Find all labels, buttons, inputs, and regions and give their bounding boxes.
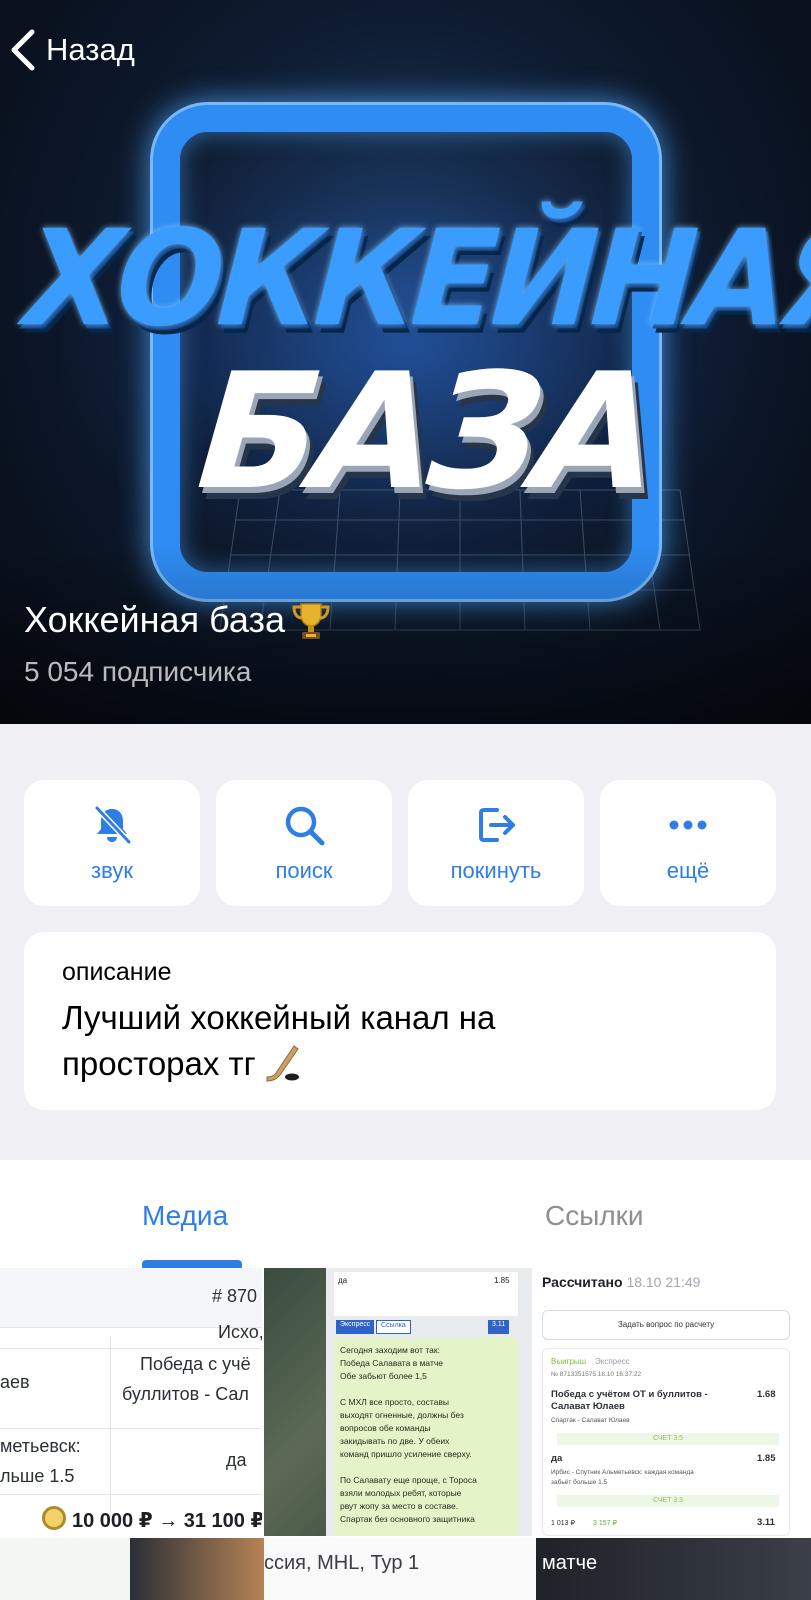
leave-label: покинуть <box>450 858 542 883</box>
leave-icon <box>479 808 515 842</box>
outcome-header: Исхо, <box>218 1322 262 1342</box>
team-cell: метьевск: <box>0 1436 81 1456</box>
pick-odds: 1.85 <box>757 1453 776 1464</box>
description-card: описание Лучший хоккейный канал на прост… <box>24 932 776 1110</box>
outcome-cell: буллитов - Сал <box>122 1384 249 1404</box>
logo-text-base: БАЗА <box>191 338 660 525</box>
tab-bar: Медиа Ссылки <box>0 1160 811 1268</box>
more-label: ещё <box>666 858 710 883</box>
pick-line: да <box>551 1453 563 1464</box>
team-cell: льше 1.5 <box>0 1466 75 1486</box>
hockey-stick-icon <box>266 1045 299 1082</box>
mute-button[interactable]: звук <box>24 780 200 906</box>
status-type: Экспресс <box>595 1357 630 1366</box>
bet-id: # 870 <box>212 1286 258 1306</box>
match-line: Ирбис - Спутник Альметьевск: каждая кома… <box>551 1469 694 1476</box>
chat-header-value: 1.85 <box>494 1276 510 1285</box>
media-thumb[interactable]: да 1.85 Экспресс Ссылка 3.11 Сегодня зах… <box>264 1268 532 1536</box>
bell-muted-icon <box>94 805 132 845</box>
coin-icon <box>42 1506 66 1530</box>
media-thumb[interactable] <box>0 1538 130 1600</box>
tab-media[interactable]: Медиа <box>142 1200 228 1232</box>
match-line: Спартак - Салават Юлаев <box>551 1417 630 1424</box>
ask-button: Задать вопрос по расчету <box>542 1310 790 1340</box>
search-icon <box>285 806 325 846</box>
tab-links[interactable]: Ссылки <box>545 1200 644 1232</box>
chat-header <box>334 1272 518 1316</box>
bet-card: Выигрыш Экспресс № 8713351575 18.10 16:3… <box>542 1348 790 1536</box>
thumb-text: матче <box>542 1552 598 1574</box>
search-label: поиск <box>275 858 333 883</box>
more-icon <box>669 820 707 830</box>
divider <box>0 1348 262 1349</box>
pick-line: Победа с учётом ОТ и буллитов - <box>551 1389 708 1400</box>
media-grid: # 870 Исхо, аев Победа с учё буллитов - … <box>0 1268 811 1600</box>
chip: Ссылка <box>376 1320 411 1334</box>
media-thumb[interactable]: ссия, MHL, Тур 1 <box>264 1538 536 1600</box>
status-won: Выигрыш <box>551 1357 587 1366</box>
media-thumb[interactable] <box>130 1538 264 1600</box>
payout-total: 10 000 ₽ → 31 100 ₽ <box>72 1510 262 1532</box>
more-button[interactable]: ещё <box>600 780 776 906</box>
channel-title: Хоккейная база <box>24 599 285 640</box>
payout-amount: 1 013 ₽ <box>551 1520 575 1527</box>
mute-label: звук <box>91 858 133 883</box>
payout-amount: 3 157 ₽ <box>593 1520 617 1527</box>
outcome-cell: да <box>226 1450 247 1470</box>
chip: Экспресс <box>336 1320 375 1334</box>
payout-odds: 3.11 <box>757 1517 775 1528</box>
chat-header-title: да <box>338 1276 348 1285</box>
search-button[interactable]: поиск <box>216 780 392 906</box>
action-bar: звук поиск покинуть ещё <box>24 780 776 906</box>
leave-button[interactable]: покинуть <box>408 780 584 906</box>
chat-bubble-text: Сегодня заходим вот так: Победа Салавата… <box>340 1345 477 1524</box>
media-thumb[interactable]: # 870 Исхо, аев Победа с учё буллитов - … <box>0 1268 262 1536</box>
description-text-block[interactable]: Лучший хоккейный канал на просторах тг <box>62 995 582 1087</box>
logo-text-hockey: ХОККЕЙНАЯ <box>20 201 811 356</box>
pick-odds: 1.68 <box>757 1389 776 1400</box>
media-thumb[interactable]: Рассчитано 18.10 21:49 Задать вопрос по … <box>536 1268 811 1536</box>
description-label: описание <box>62 958 172 986</box>
bet-id: № 8713351575 18.10 16:37:22 <box>551 1371 642 1378</box>
divider <box>0 1494 262 1495</box>
thumb-text: ссия, MHL, Тур 1 <box>264 1552 420 1574</box>
chevron-left-icon <box>11 29 35 71</box>
channel-cover: ХОККЕЙНАЯ БАЗА Назад Хоккейная база 5 05… <box>0 0 811 724</box>
outcome-cell: Победа с учё <box>140 1354 251 1374</box>
trophy-icon <box>292 603 330 639</box>
chip: 3.11 <box>488 1320 510 1334</box>
calc-title: Рассчитано 18.10 21:49 <box>542 1274 700 1290</box>
tab-indicator <box>142 1260 242 1268</box>
score-bar: СЧЕТ 3:5 <box>557 1433 779 1445</box>
team-cell: аев <box>0 1372 30 1392</box>
channel-name: Хоккейная база <box>24 598 333 642</box>
back-label: Назад <box>46 32 135 67</box>
match-line: забьёт больше 1.5 <box>551 1479 608 1486</box>
media-thumb[interactable]: матче <box>536 1538 811 1600</box>
score-bar: СЧЕТ 3:3 <box>557 1495 779 1507</box>
pick-line: Салават Юлаев <box>551 1401 625 1412</box>
calc-time: 18.10 21:49 <box>626 1274 701 1290</box>
subscriber-count: 5 054 подписчика <box>24 656 252 687</box>
divider <box>0 1428 262 1429</box>
channel-profile-page: ХОККЕЙНАЯ БАЗА Назад Хоккейная база 5 05… <box>0 0 811 1600</box>
divider <box>110 1336 111 1516</box>
back-button[interactable]: Назад <box>8 26 135 74</box>
chat-bubble: Сегодня заходим вот так: Победа Салавата… <box>334 1338 518 1536</box>
calc-title-text: Рассчитано <box>542 1274 623 1290</box>
